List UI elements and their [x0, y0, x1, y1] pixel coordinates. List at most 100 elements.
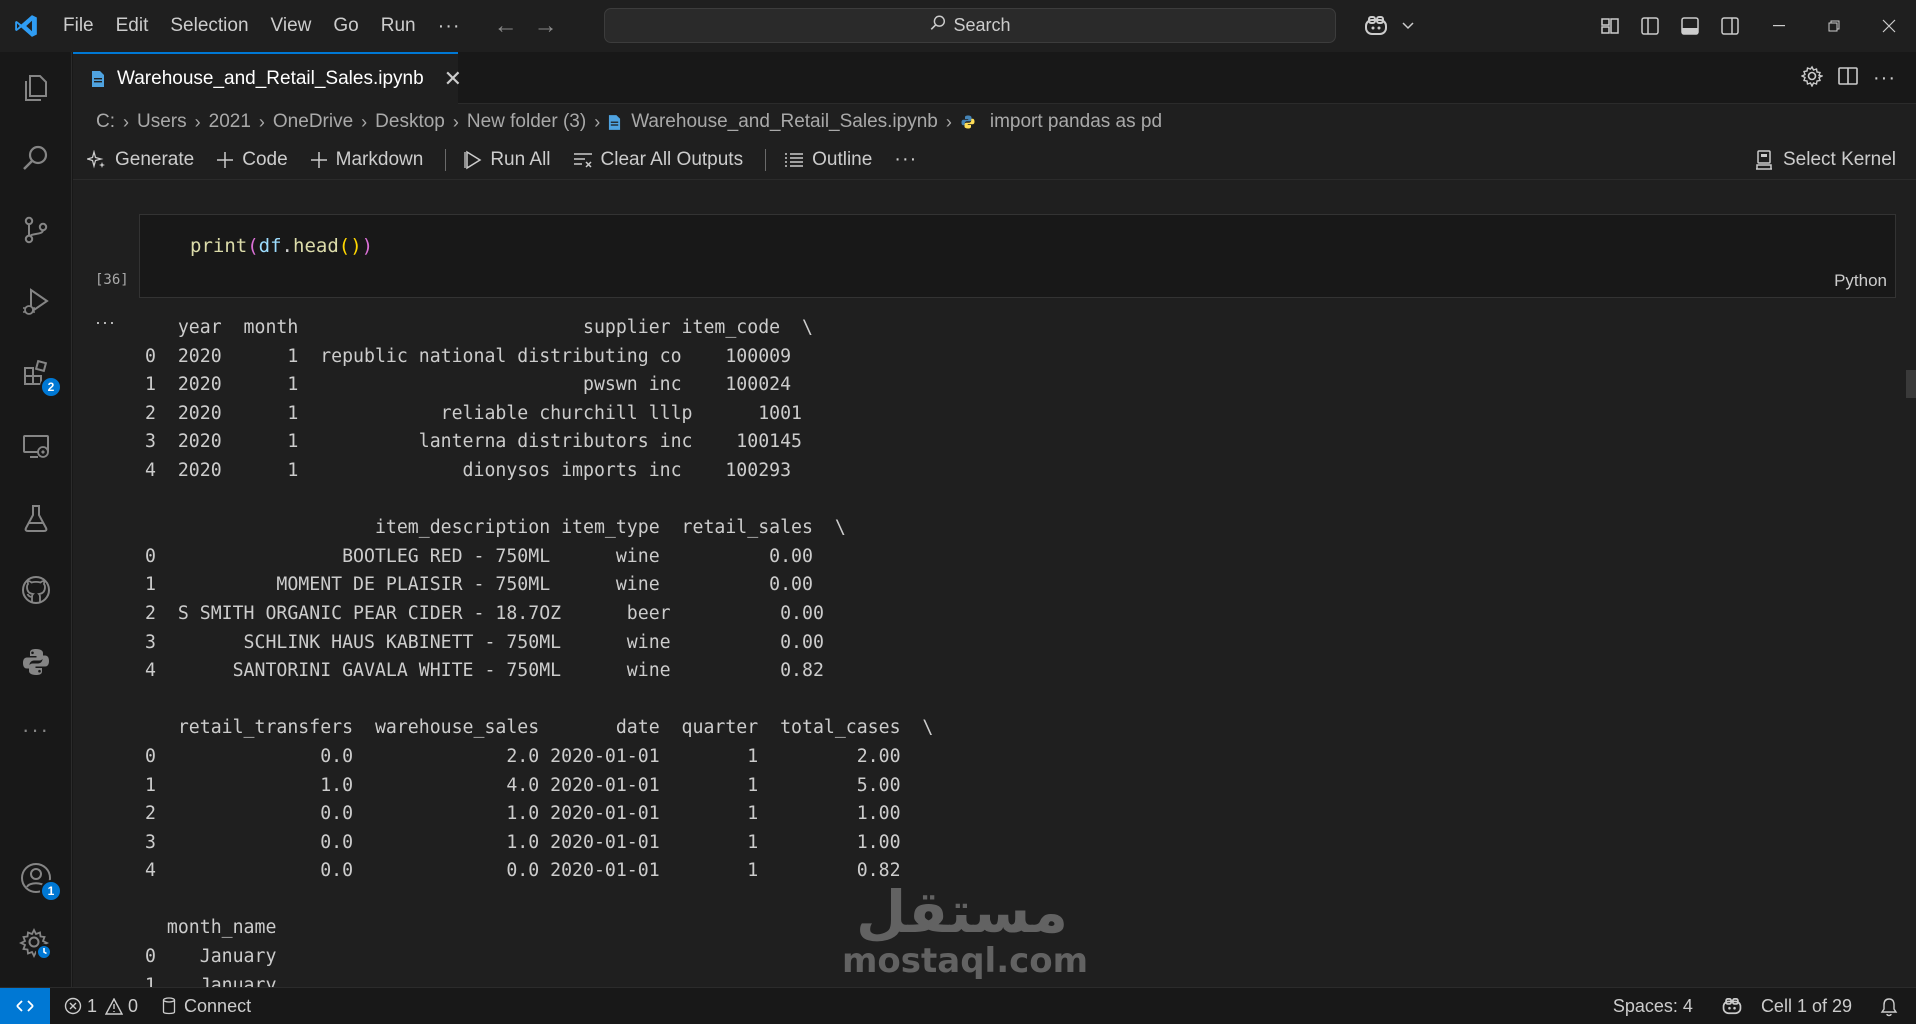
status-bar: 1 0 Connect Spaces: 4 Cell 1 of 29 — [0, 987, 1916, 1024]
toggle-primary-sidebar-icon[interactable] — [1630, 0, 1670, 52]
add-markdown-cell-button[interactable]: Markdown — [310, 148, 424, 171]
menu-more-button[interactable]: ··· — [427, 0, 472, 52]
watermark-latin: mostaql.com — [842, 941, 1089, 981]
watermark-arabic: مستقل — [855, 878, 1069, 946]
close-tab-icon[interactable]: ✕ — [444, 66, 462, 92]
chevron-right-icon: › — [194, 111, 201, 132]
testing-icon[interactable] — [0, 488, 72, 548]
close-window-icon[interactable] — [1861, 0, 1916, 52]
toolbar-divider — [445, 148, 447, 171]
chevron-right-icon: › — [123, 111, 129, 132]
chevron-right-icon: › — [452, 111, 459, 132]
cell-language-label[interactable]: Python — [1834, 271, 1887, 291]
breadcrumb-drive[interactable]: C: — [96, 111, 115, 133]
breadcrumb-2021[interactable]: 2021 — [209, 111, 251, 133]
customize-layout-icon[interactable] — [1590, 0, 1630, 52]
minimize-icon[interactable] — [1751, 0, 1806, 52]
extensions-icon[interactable]: 2 — [0, 344, 72, 404]
outline-button[interactable]: Outline — [784, 149, 872, 171]
activity-bar: 2 ··· 1 — [0, 52, 72, 987]
select-kernel-label: Select Kernel — [1782, 149, 1896, 170]
explorer-icon[interactable] — [0, 58, 72, 118]
forward-arrow-icon[interactable]: → — [526, 12, 566, 40]
menu-go[interactable]: Go — [322, 0, 369, 52]
breadcrumb-onedrive[interactable]: OneDrive — [273, 111, 353, 133]
menu-file[interactable]: File — [52, 0, 105, 52]
output-more-icon[interactable]: ··· — [95, 312, 116, 333]
toolbar-more-button[interactable]: ··· — [894, 148, 917, 171]
editor-actions: ··· — [1800, 52, 1896, 104]
select-kernel-button[interactable]: Select Kernel — [1755, 140, 1896, 180]
run-debug-icon[interactable] — [0, 272, 72, 332]
menu-run[interactable]: Run — [370, 0, 427, 52]
command-center-search[interactable]: Search — [604, 8, 1336, 43]
github-icon[interactable] — [0, 560, 72, 620]
chevron-right-icon: › — [594, 111, 601, 132]
window-controls — [1751, 0, 1916, 52]
chevron-right-icon: › — [945, 111, 952, 132]
run-all-label: Run All — [490, 148, 551, 170]
remote-explorer-icon[interactable] — [0, 416, 72, 476]
restore-icon[interactable] — [1806, 0, 1861, 52]
sparkle-icon — [87, 149, 107, 170]
connect-label: Connect — [184, 995, 252, 1016]
manage-gear-icon[interactable] — [0, 914, 72, 974]
code-line: print(df.head()) — [190, 235, 374, 257]
menu-view[interactable]: View — [260, 0, 323, 52]
notifications-bell-icon[interactable] — [1880, 997, 1898, 1017]
cell-output-text: year month supplier item_code \ 0 2020 1… — [145, 317, 934, 987]
notebook-toolbar: Generate Code Markdown Run All Clear All… — [73, 140, 1916, 180]
connect-button[interactable]: Connect — [162, 996, 251, 1017]
run-all-button[interactable]: Run All — [464, 148, 551, 171]
breadcrumb-desktop[interactable]: Desktop — [375, 111, 445, 133]
search-icon[interactable] — [0, 128, 72, 188]
menu-selection[interactable]: Selection — [159, 0, 259, 52]
warning-icon — [105, 997, 124, 1015]
breadcrumb-folder[interactable]: New folder (3) — [467, 111, 586, 133]
layout-controls — [1590, 0, 1750, 52]
more-actions-icon[interactable]: ··· — [1873, 67, 1896, 90]
notebook-settings-gear-icon[interactable] — [1800, 65, 1825, 92]
error-count: 1 — [87, 995, 98, 1016]
play-icon — [464, 150, 482, 170]
tab-notebook[interactable]: Warehouse_and_Retail_Sales.ipynb ✕ — [73, 52, 462, 104]
clear-all-outputs-button[interactable]: Clear All Outputs — [573, 148, 744, 171]
toolbar-divider — [765, 148, 767, 171]
cell-position-indicator[interactable]: Cell 1 of 29 — [1761, 996, 1852, 1017]
chevron-down-icon[interactable] — [1402, 17, 1414, 35]
indentation-indicator[interactable]: Spaces: 4 — [1613, 996, 1693, 1017]
warning-count: 0 — [128, 995, 139, 1016]
breadcrumb-cell[interactable]: import pandas as pd — [960, 111, 1162, 133]
markdown-label: Markdown — [335, 148, 424, 170]
more-views-icon[interactable]: ··· — [0, 700, 72, 760]
list-icon — [784, 152, 804, 168]
split-editor-icon[interactable] — [1837, 65, 1859, 92]
clear-all-outputs-label: Clear All Outputs — [600, 148, 744, 170]
editor-tab-bar: Warehouse_and_Retail_Sales.ipynb ✕ ··· — [73, 52, 1916, 104]
breadcrumb-cell-label: import pandas as pd — [989, 111, 1163, 132]
accounts-icon[interactable]: 1 — [0, 848, 72, 908]
code-cell-editor[interactable]: print(df.head()) Python — [139, 214, 1896, 298]
add-code-cell-button[interactable]: Code — [216, 149, 288, 171]
source-control-icon[interactable] — [0, 200, 72, 260]
python-icon[interactable] — [0, 632, 72, 692]
breadcrumb-file-label: Warehouse_and_Retail_Sales.ipynb — [631, 111, 938, 132]
python-icon — [960, 114, 976, 130]
outline-label: Outline — [812, 148, 873, 170]
chevron-right-icon: › — [258, 111, 265, 132]
toggle-secondary-sidebar-icon[interactable] — [1710, 0, 1750, 52]
plus-icon — [310, 151, 328, 169]
copilot-menu[interactable] — [1350, 0, 1414, 52]
breadcrumb-file[interactable]: Warehouse_and_Retail_Sales.ipynb — [608, 111, 938, 133]
toggle-panel-icon[interactable] — [1670, 0, 1710, 52]
watermark: مستقل mostaql.com — [842, 878, 1089, 981]
menu-edit[interactable]: Edit — [105, 0, 160, 52]
problems-indicator[interactable]: 1 0 — [64, 996, 138, 1017]
scrollbar-thumb[interactable] — [1906, 370, 1916, 398]
breadcrumb-users[interactable]: Users — [137, 111, 187, 133]
remote-indicator-icon[interactable] — [0, 987, 50, 1024]
copilot-icon[interactable] — [1350, 0, 1402, 52]
generate-button[interactable]: Generate — [87, 149, 194, 171]
back-arrow-icon[interactable]: ← — [486, 12, 526, 40]
copilot-status-icon[interactable] — [1721, 997, 1743, 1016]
